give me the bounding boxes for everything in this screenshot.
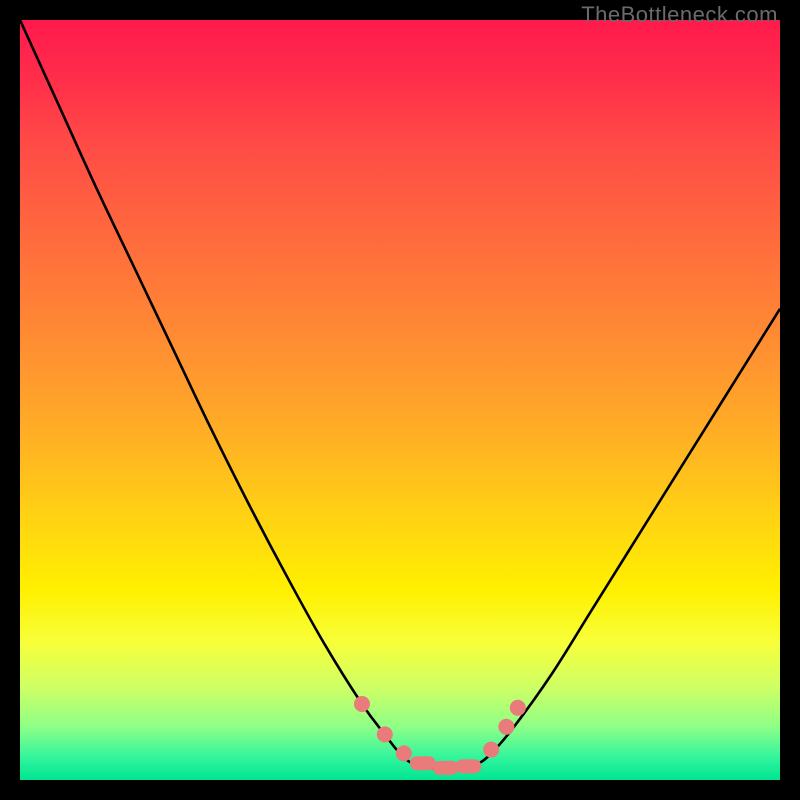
curve-marker-dot <box>483 742 499 758</box>
watermark-text: TheBottleneck.com <box>581 2 778 28</box>
curve-marker-dot <box>498 719 514 735</box>
curve-marker-pill <box>433 761 459 775</box>
curve-marker-dot <box>510 700 526 716</box>
curve-markers <box>354 696 526 775</box>
curve-marker-dot <box>396 745 412 761</box>
curve-marker-dot <box>354 696 370 712</box>
plot-area <box>20 20 780 780</box>
bottleneck-curve-svg <box>20 20 780 780</box>
curve-marker-pill <box>410 756 436 770</box>
curve-marker-pill <box>455 759 481 773</box>
bottleneck-curve <box>20 20 780 769</box>
chart-frame: TheBottleneck.com <box>0 0 800 800</box>
curve-marker-dot <box>377 726 393 742</box>
